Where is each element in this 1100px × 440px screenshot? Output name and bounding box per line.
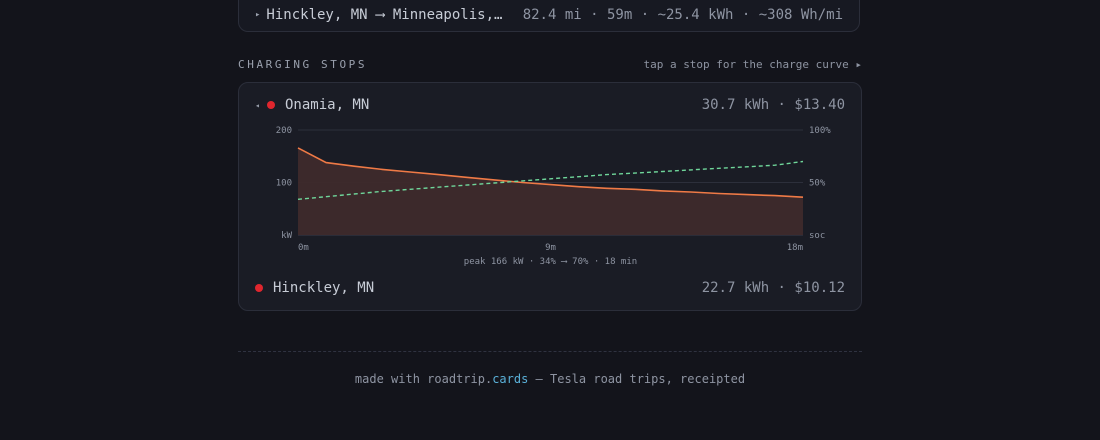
charging-stops-card: ◂ Onamia, MN 30.7 kWh · $13.40 200 100 kW 1…	[238, 82, 862, 311]
y-left-tick-100: 100	[276, 179, 292, 189]
y-right-tick-100: 100%	[809, 126, 831, 136]
charge-curve-chart: 200 100 kW 100% 50% soc 0m 9m 18m peak 166 kW · 3…	[276, 126, 832, 267]
x-tick-start: 0m	[298, 243, 309, 253]
y-left-tick-200: 200	[276, 126, 292, 136]
y-right-tick-50: 50%	[809, 179, 826, 189]
footer: made with roadtrip.cards — Tesla road tr…	[0, 372, 1100, 386]
x-tick-end: 18m	[787, 243, 803, 253]
footer-suffix: — Tesla road trips, receipted	[528, 372, 746, 386]
footer-divider	[238, 351, 862, 352]
section-hint: tap a stop for the charge curve ▸	[643, 58, 862, 71]
stop-dot-icon	[255, 284, 263, 292]
leg-card[interactable]: ▸ Hinckley, MN ⟶ Minneapolis,… 82.4 mi ·…	[238, 0, 860, 32]
y-left-unit-label: kW	[281, 231, 292, 241]
leg-stats: 82.4 mi · 59m · ~25.4 kWh · ~308 Wh/mi	[522, 6, 843, 23]
x-tick-mid: 9m	[545, 243, 556, 253]
footer-brand-link[interactable]: cards	[492, 372, 528, 386]
chart-summary: peak 166 kW · 34% ⟶ 70% · 18 min	[464, 257, 637, 267]
leg-expand-icon[interactable]: ▸	[255, 10, 260, 20]
power-area	[298, 147, 803, 235]
stop-meta: 22.7 kWh · $10.12	[701, 280, 845, 296]
charging-stops-header: CHARGING STOPS tap a stop for the charge…	[238, 58, 862, 71]
footer-prefix: made with roadtrip.	[354, 372, 493, 386]
stop-row-hinckley[interactable]: Hinckley, MN 22.7 kWh · $10.12	[255, 278, 845, 298]
y-right-unit-label: soc	[809, 231, 825, 241]
section-title: CHARGING STOPS	[238, 58, 368, 71]
stop-name: Hinckley, MN	[273, 280, 375, 296]
leg-route: Hinckley, MN ⟶ Minneapolis,…	[266, 6, 503, 23]
